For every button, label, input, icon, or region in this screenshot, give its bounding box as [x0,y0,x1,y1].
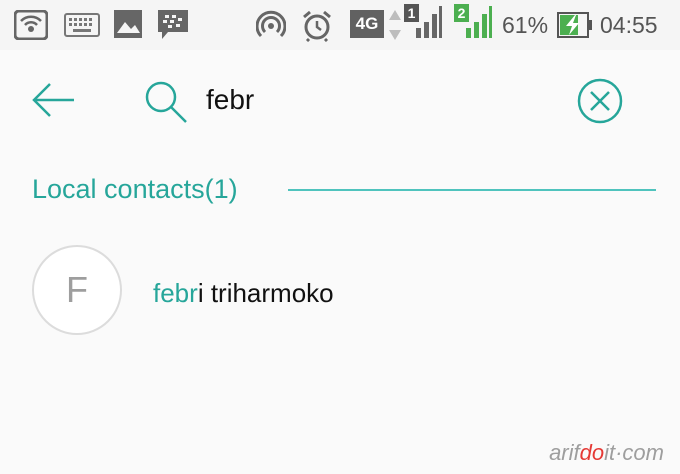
battery-percent: 61% [502,12,549,38]
watermark-part1: arif [549,440,580,465]
battery-charging-icon [557,12,592,38]
alarm-icon [303,10,331,42]
back-arrow-icon[interactable] [30,80,78,120]
data-activity-icon [389,10,401,40]
avatar-initial: F [66,269,88,310]
contact-list-item[interactable]: F febri triharmoko [0,240,680,340]
clock: 04:55 [600,12,658,38]
signal-icon-sim2 [466,6,492,38]
contact-name-match: febr [153,278,198,308]
contact-name-rest: i triharmoko [197,278,334,308]
contact-name: febri triharmoko [153,278,334,309]
section-divider [288,189,656,191]
watermark: arifdoit·com [549,440,664,466]
clear-icon[interactable] [575,76,625,126]
image-icon [114,10,142,38]
watermark-part3: it [604,440,616,465]
hotspot-icon [256,10,286,38]
watermark-part2: do [579,440,605,465]
avatar: F [32,245,122,335]
search-input[interactable] [206,78,546,122]
watermark-part4: ·com [615,440,664,465]
wifi-hotspot-icon [14,10,48,40]
section-header-local-contacts: Local contacts(1) [32,172,657,212]
section-title: Local contacts(1) [32,174,238,204]
bbm-icon [158,10,188,39]
search-toolbar [0,50,680,150]
signal-icon [416,6,442,38]
network-type-badge: 4G [350,10,384,38]
keyboard-icon [64,13,100,37]
status-bar: 4G 1 2 61% 04:55 [0,0,680,50]
search-icon [145,81,187,123]
